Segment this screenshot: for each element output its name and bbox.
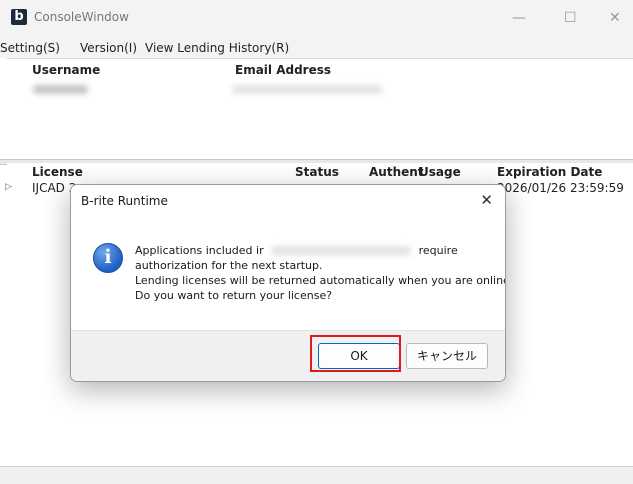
menu-setting[interactable]: Setting(S) [0,41,60,55]
message-line-1-suffix: require [418,244,458,257]
column-header-status: Status [295,165,339,179]
title-bar: b ConsoleWindow — ☐ ✕ [0,0,633,38]
message-line-1-prefix: Applications included ir [135,244,264,257]
redacted-email [232,85,382,94]
message-line-1: Applications included ir require [135,244,458,257]
message-line-2: authorization for the next startup. [135,259,323,272]
menu-version[interactable]: Version(I) [80,41,137,55]
runtime-dialog: B-rite Runtime ✕ i Applications included… [70,184,506,382]
redacted-application-name [271,246,412,255]
maximize-button[interactable]: ☐ [564,10,577,26]
close-window-button[interactable]: ✕ [609,10,621,26]
window-title: ConsoleWindow [34,10,129,24]
menu-bar: Setting(S) Version(I) View Lending Histo… [0,38,633,58]
info-icon: i [93,243,123,273]
dialog-close-icon[interactable]: ✕ [480,191,493,209]
expand-row-icon[interactable]: ▷ [5,182,12,192]
column-header-username: Username [32,63,101,77]
column-header-authent: Authent [369,165,424,179]
column-header-expiration: Expiration Date [497,165,603,179]
cancel-button[interactable]: キャンセル [406,343,488,369]
message-line-4: Do you want to return your license? [135,289,333,302]
dialog-title: B-rite Runtime [81,194,168,208]
column-header-usage: Usage [419,165,461,179]
minimize-button[interactable]: — [512,10,526,26]
menu-view-lending-history[interactable]: View Lending History(R) [145,41,289,55]
column-header-email: Email Address [235,63,332,77]
message-line-3: Lending licenses will be returned automa… [135,274,506,287]
app-logo-icon: b [11,9,27,25]
ok-button-highlight-box [310,335,401,372]
redacted-username [33,85,88,94]
user-table: Username Email Address [7,58,633,160]
expiration-date: 2026/01/26 23:59:59 [497,181,624,195]
dialog-button-bar: OK キャンセル [71,330,505,381]
column-header-license: License [32,165,83,179]
status-bar [0,466,633,484]
